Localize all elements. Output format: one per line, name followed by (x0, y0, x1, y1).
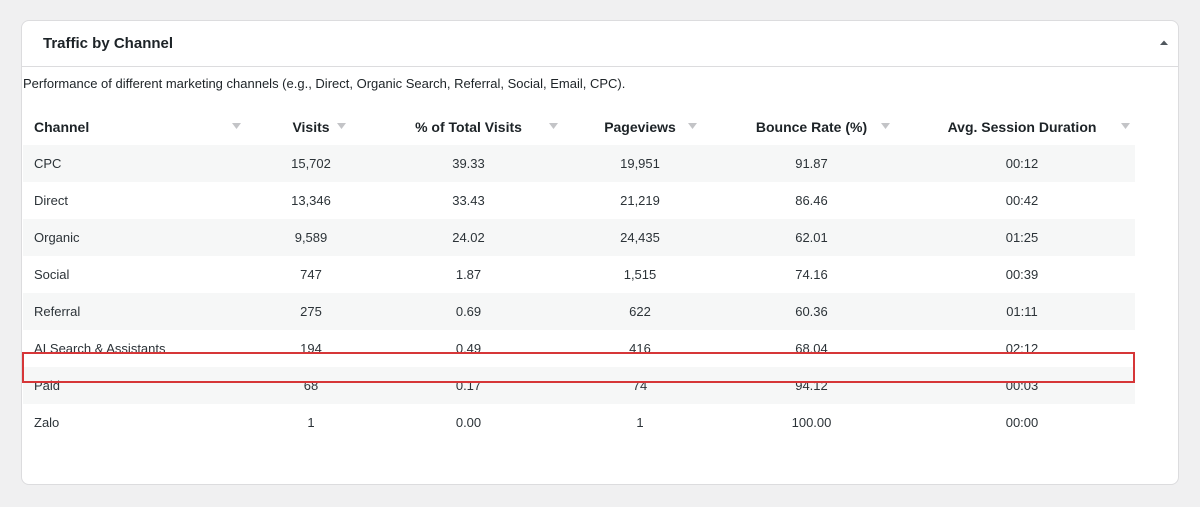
cell-percent-total: 33.43 (371, 182, 566, 219)
cell-bounce-rate: 74.16 (714, 256, 909, 293)
table-row: Paid 68 0.17 74 94.12 00:03 (23, 367, 1135, 404)
cell-percent-total: 0.49 (371, 330, 566, 367)
cell-avg-session: 00:03 (909, 367, 1135, 404)
cell-percent-total: 24.02 (371, 219, 566, 256)
cell-channel: Referral (23, 293, 251, 330)
column-header-label: Channel (34, 118, 90, 135)
table-row: Referral 275 0.69 622 60.36 01:11 (23, 293, 1135, 330)
cell-percent-total: 1.87 (371, 256, 566, 293)
cell-avg-session: 01:11 (909, 293, 1135, 330)
column-header-label: Avg. Session Duration (947, 118, 1097, 135)
cell-avg-session: 00:39 (909, 256, 1135, 293)
table-row: Direct 13,346 33.43 21,219 86.46 00:42 (23, 182, 1135, 219)
column-header-bounce-rate[interactable]: Bounce Rate (%) (714, 108, 909, 145)
cell-channel: AI Search & Assistants (23, 330, 251, 367)
cell-channel: Social (23, 256, 251, 293)
cell-pageviews: 19,951 (566, 145, 714, 182)
table-row: Zalo 1 0.00 1 100.00 00:00 (23, 404, 1135, 441)
cell-channel: Zalo (23, 404, 251, 441)
cell-bounce-rate: 68.04 (714, 330, 909, 367)
table-row: CPC 15,702 39.33 19,951 91.87 00:12 (23, 145, 1135, 182)
cell-avg-session: 01:25 (909, 219, 1135, 256)
cell-pageviews: 1 (566, 404, 714, 441)
cell-visits: 747 (251, 256, 371, 293)
cell-pageviews: 1,515 (566, 256, 714, 293)
cell-pageviews: 74 (566, 367, 714, 404)
cell-bounce-rate: 94.12 (714, 367, 909, 404)
cell-visits: 15,702 (251, 145, 371, 182)
cell-avg-session: 02:12 (909, 330, 1135, 367)
cell-visits: 9,589 (251, 219, 371, 256)
cell-avg-session: 00:12 (909, 145, 1135, 182)
column-header-label: Visits (292, 118, 330, 135)
cell-percent-total: 0.17 (371, 367, 566, 404)
cell-percent-total: 39.33 (371, 145, 566, 182)
cell-visits: 275 (251, 293, 371, 330)
channel-table: Channel Visits % of Total Visits Pagevie… (23, 108, 1135, 441)
cell-percent-total: 0.00 (371, 404, 566, 441)
panel-description: Performance of different marketing chann… (23, 76, 626, 91)
cell-pageviews: 21,219 (566, 182, 714, 219)
column-header-label: % of Total Visits (415, 118, 522, 135)
sort-down-icon[interactable] (881, 123, 890, 130)
cell-channel: Organic (23, 219, 251, 256)
table-row: Organic 9,589 24.02 24,435 62.01 01:25 (23, 219, 1135, 256)
column-header-pageviews[interactable]: Pageviews (566, 108, 714, 145)
table-row-highlighted: AI Search & Assistants 194 0.49 416 68.0… (23, 330, 1135, 367)
cell-channel: CPC (23, 145, 251, 182)
cell-visits: 1 (251, 404, 371, 441)
sort-down-icon[interactable] (232, 123, 241, 130)
cell-bounce-rate: 86.46 (714, 182, 909, 219)
sort-down-icon[interactable] (337, 123, 346, 130)
panel-title: Traffic by Channel (43, 35, 174, 52)
cell-bounce-rate: 91.87 (714, 145, 909, 182)
cell-avg-session: 00:42 (909, 182, 1135, 219)
cell-avg-session: 00:00 (909, 404, 1135, 441)
cell-visits: 68 (251, 367, 371, 404)
caret-up-icon[interactable] (1156, 35, 1172, 51)
cell-percent-total: 0.69 (371, 293, 566, 330)
table-row: Social 747 1.87 1,515 74.16 00:39 (23, 256, 1135, 293)
sort-down-icon[interactable] (549, 123, 558, 130)
cell-pageviews: 416 (566, 330, 714, 367)
cell-visits: 13,346 (251, 182, 371, 219)
cell-pageviews: 622 (566, 293, 714, 330)
cell-pageviews: 24,435 (566, 219, 714, 256)
cell-bounce-rate: 100.00 (714, 404, 909, 441)
column-header-channel[interactable]: Channel (23, 108, 251, 145)
sort-down-icon[interactable] (688, 123, 697, 130)
column-header-label: Pageviews (604, 118, 676, 135)
cell-bounce-rate: 60.36 (714, 293, 909, 330)
panel-header: Traffic by Channel (22, 21, 1178, 67)
cell-channel: Direct (23, 182, 251, 219)
sort-down-icon[interactable] (1121, 123, 1130, 130)
table-header-row: Channel Visits % of Total Visits Pagevie… (23, 108, 1135, 145)
column-header-visits[interactable]: Visits (251, 108, 371, 145)
column-header-percent-total[interactable]: % of Total Visits (371, 108, 566, 145)
column-header-avg-session[interactable]: Avg. Session Duration (909, 108, 1135, 145)
cell-visits: 194 (251, 330, 371, 367)
cell-bounce-rate: 62.01 (714, 219, 909, 256)
column-header-label: Bounce Rate (%) (755, 118, 868, 135)
channel-table-wrapper: Channel Visits % of Total Visits Pagevie… (23, 108, 1135, 441)
cell-channel: Paid (23, 367, 251, 404)
